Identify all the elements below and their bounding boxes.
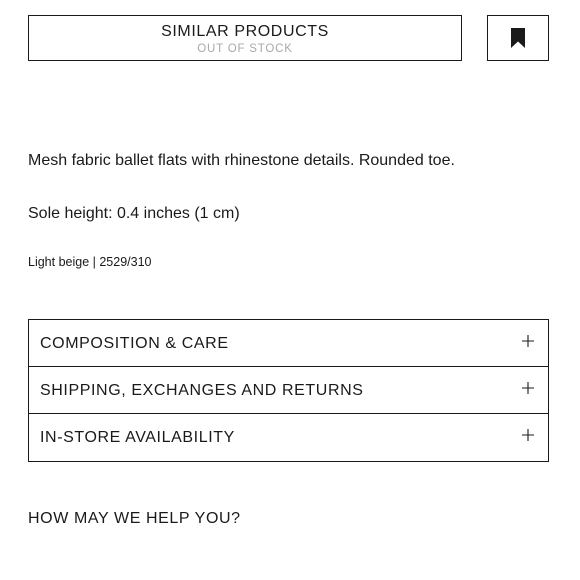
sole-height: Sole height: 0.4 inches (1 cm) bbox=[28, 205, 240, 222]
accordion-item-label: SHIPPING, EXCHANGES AND RETURNS bbox=[40, 382, 364, 399]
stock-status-label: OUT OF STOCK bbox=[197, 43, 293, 55]
plus-icon bbox=[522, 382, 534, 394]
similar-products-label: SIMILAR PRODUCTS bbox=[161, 23, 329, 40]
accordion-item-label: IN-STORE AVAILABILITY bbox=[40, 429, 235, 446]
accordion-item-in-store-availability[interactable]: IN-STORE AVAILABILITY bbox=[29, 414, 548, 461]
plus-icon bbox=[522, 429, 534, 441]
plus-icon bbox=[522, 335, 534, 347]
info-accordion: COMPOSITION & CARE SHIPPING, EXCHANGES A… bbox=[28, 319, 549, 462]
product-description: Mesh fabric ballet flats with rhinestone… bbox=[28, 152, 455, 169]
bookmark-button[interactable] bbox=[487, 15, 549, 61]
accordion-item-composition-care[interactable]: COMPOSITION & CARE bbox=[29, 320, 548, 367]
color-reference: Light beige | 2529/310 bbox=[28, 255, 152, 269]
similar-products-button[interactable]: SIMILAR PRODUCTS OUT OF STOCK bbox=[28, 15, 462, 61]
bookmark-icon bbox=[511, 28, 525, 48]
accordion-item-label: COMPOSITION & CARE bbox=[40, 335, 229, 352]
help-link[interactable]: HOW MAY WE HELP YOU? bbox=[28, 509, 241, 528]
accordion-item-shipping-returns[interactable]: SHIPPING, EXCHANGES AND RETURNS bbox=[29, 367, 548, 414]
product-details-panel: SIMILAR PRODUCTS OUT OF STOCK Mesh fabri… bbox=[0, 0, 580, 580]
